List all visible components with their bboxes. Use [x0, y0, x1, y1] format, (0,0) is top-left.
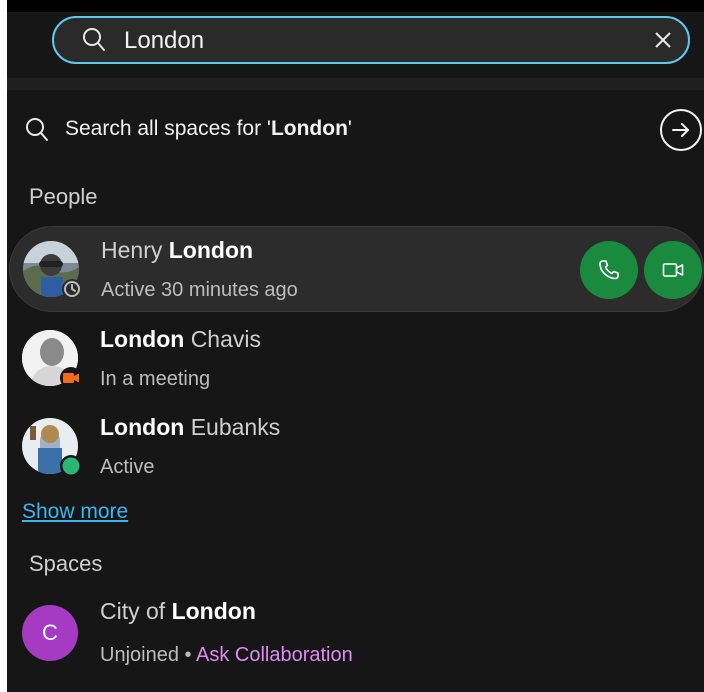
space-status: Unjoined [100, 644, 179, 666]
spaces-section-label: Spaces [29, 551, 103, 576]
phone-icon [599, 260, 619, 280]
recent-activity-icon [61, 278, 83, 305]
video-call-button[interactable] [644, 241, 702, 299]
separator-dot: • [184, 644, 192, 666]
clear-search-icon[interactable] [652, 29, 674, 51]
person-row-london-chavis[interactable]: London Chavis In a meeting [9, 316, 704, 402]
search-bar[interactable] [52, 16, 690, 64]
space-subtitle: Unjoined • Ask Collaboration [100, 644, 353, 667]
meeting-camera-icon [60, 367, 82, 394]
person-status: Active 30 minutes ago [101, 279, 298, 301]
search-divider [7, 78, 704, 90]
person-name: London Chavis [100, 326, 261, 352]
top-strip [7, 0, 704, 12]
search-all-spaces-row[interactable]: Search all spaces for 'London' [7, 104, 704, 154]
person-name: London Eubanks [100, 414, 281, 440]
search-all-spaces-label: Search all spaces for 'London' [65, 117, 352, 140]
space-avatar: C [22, 605, 78, 661]
person-name: Henry London [101, 237, 254, 263]
person-status: Active [100, 456, 155, 478]
person-status: In a meeting [100, 368, 211, 390]
show-more-link[interactable]: Show more [22, 500, 128, 524]
search-icon [25, 117, 49, 148]
search-icon [82, 27, 106, 58]
team-link: Ask Collaboration [195, 644, 353, 666]
people-section-label: People [29, 184, 98, 209]
person-row-london-eubanks[interactable]: London Eubanks Active [9, 404, 704, 490]
person-row-henry-london[interactable]: Henry London Active 30 minutes ago [9, 226, 704, 312]
audio-call-button[interactable] [580, 241, 638, 299]
space-row-city-of-london[interactable]: C City of London Unjoined • Ask Collabor… [9, 590, 704, 680]
video-camera-icon [662, 263, 684, 277]
space-name: City of London [100, 598, 256, 624]
arrow-right-icon[interactable] [660, 109, 702, 151]
search-input[interactable] [124, 24, 604, 58]
presence-active-icon [60, 455, 82, 482]
